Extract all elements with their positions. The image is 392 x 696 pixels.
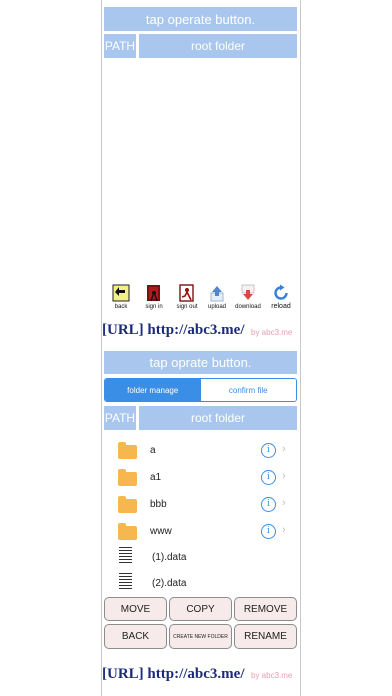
list-item-name: (1).data [152, 552, 187, 563]
sign-out-tool-button[interactable]: sign out [173, 284, 201, 311]
back-button[interactable]: BACK [104, 624, 167, 649]
status-bar: tap operate button. [104, 7, 297, 31]
url-link[interactable]: [URL] http://abc3.me/ [102, 322, 245, 339]
copy-button[interactable]: COPY [169, 597, 232, 621]
back-tool-button[interactable]: back [107, 284, 135, 311]
reload-icon [272, 284, 290, 302]
back-arrow-icon [112, 284, 130, 302]
by-credit-2: by abc3.me [251, 671, 293, 680]
download-tool-button[interactable]: download [234, 284, 262, 311]
by-credit: by abc3.me [251, 328, 293, 337]
sign-in-tool-button[interactable]: sign in [140, 284, 168, 311]
sign-in-tool-label: sign in [145, 304, 163, 310]
info-icon[interactable]: i [261, 443, 276, 458]
rename-button[interactable]: RENAME [234, 624, 297, 649]
sign-in-icon [145, 284, 163, 302]
frame-right-line [300, 0, 301, 696]
sign-out-tool-label: sign out [176, 304, 198, 310]
reload-tool-label: reload [271, 303, 291, 310]
chevron-right-icon: › [282, 524, 286, 536]
chevron-right-icon: › [282, 470, 286, 482]
create-folder-button[interactable]: CREATE NEW FOLDER [169, 624, 232, 649]
reload-tool-button[interactable]: reload [267, 284, 295, 311]
list-item-name: www [150, 526, 172, 537]
folder-icon [118, 523, 137, 540]
list-item[interactable]: bbb i › [112, 494, 292, 520]
list-item-name: a [150, 445, 156, 456]
sign-out-icon [178, 284, 196, 302]
chevron-right-icon: › [282, 443, 286, 455]
path-value-text-2: root folder [190, 411, 246, 425]
list-item[interactable]: www i › [112, 521, 292, 547]
path-value-text: root folder [190, 39, 246, 53]
info-icon[interactable]: i [261, 470, 276, 485]
list-item[interactable]: (1).data [112, 546, 292, 572]
path-label-text: PATH [104, 39, 136, 53]
status-text: tap operate button. [145, 11, 256, 27]
back-tool-label: back [114, 304, 128, 310]
upload-icon [208, 284, 226, 302]
document-icon [118, 546, 133, 565]
download-icon [239, 284, 257, 302]
move-button[interactable]: MOVE [104, 597, 167, 621]
folder-icon [118, 442, 137, 459]
folder-icon [118, 496, 137, 513]
remove-button[interactable]: REMOVE [234, 597, 297, 621]
list-item[interactable]: a1 i › [112, 467, 292, 493]
tab-folder-manage[interactable]: folder manage [105, 379, 201, 401]
folder-icon [118, 469, 137, 486]
url-link-2[interactable]: [URL] http://abc3.me/ [102, 666, 245, 683]
path-label: PATH [104, 34, 136, 58]
info-icon[interactable]: i [261, 497, 276, 512]
list-item-name: bbb [150, 499, 167, 510]
download-tool-label: download [235, 304, 261, 310]
list-item-name: a1 [150, 472, 162, 483]
tab-confirm-file[interactable]: confirm file [200, 379, 296, 401]
path-value: root folder [139, 34, 297, 58]
frame-left-line [101, 0, 102, 696]
chevron-right-icon: › [282, 497, 286, 509]
upload-tool-label: upload [207, 304, 227, 310]
upload-tool-button[interactable]: upload [203, 284, 231, 311]
info-icon[interactable]: i [261, 524, 276, 539]
status-bar-2: tap oprate button. [104, 351, 297, 374]
list-item[interactable]: (2).data [112, 572, 292, 598]
path-value-2: root folder [139, 406, 297, 430]
list-item-name: (2).data [152, 578, 187, 589]
list-item[interactable]: a i › [112, 440, 292, 466]
document-icon [118, 572, 133, 591]
mode-tabs: folder manage confirm file [104, 378, 297, 402]
path-label-text-2: PATH [104, 411, 136, 425]
path-label-2: PATH [104, 406, 136, 430]
status-text-2: tap oprate button. [149, 355, 252, 370]
